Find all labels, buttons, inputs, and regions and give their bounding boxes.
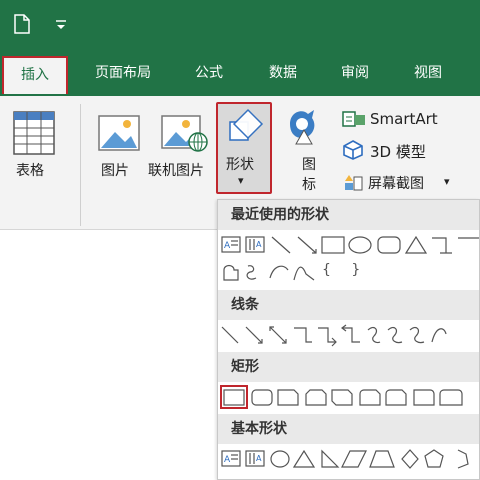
table-icon[interactable] — [12, 110, 56, 156]
tab-data[interactable]: 数据 — [260, 56, 306, 90]
rectangle-shape-selected[interactable] — [220, 385, 248, 409]
ribbon-tabs: 插入 页面布局 公式 数据 审阅 视图 — [0, 48, 480, 98]
excel-window: { "tabs": [ {"label": "插入", "active": tr… — [0, 0, 480, 480]
rectangles-row-icons[interactable] — [218, 384, 480, 410]
screenshot-label[interactable]: 屏幕截图 — [368, 173, 424, 193]
new-document-icon[interactable] — [14, 14, 30, 34]
shapes-icon — [229, 108, 264, 141]
3d-model-label[interactable]: 3D 模型 — [370, 141, 426, 162]
section-recent-shapes: 最近使用的形状 — [218, 200, 479, 230]
svg-text:A: A — [256, 240, 262, 249]
3d-model-icon[interactable] — [342, 140, 364, 160]
title-bar — [0, 0, 480, 48]
shapes-gallery: 最近使用的形状 A A {} 线条 矩形 基本形状 A A — [217, 199, 480, 480]
basic-shapes-row: A A — [218, 446, 480, 472]
svg-text:A: A — [256, 454, 262, 463]
shapes-dropdown-arrow: ▾ — [238, 174, 244, 187]
section-lines: 线条 — [218, 290, 479, 320]
section-rectangles: 矩形 — [218, 352, 479, 382]
table-label[interactable]: 表格 — [16, 160, 44, 180]
group-separator — [80, 104, 81, 226]
recent-shapes-row1-icons[interactable]: A A — [218, 232, 480, 258]
icons-icon[interactable] — [284, 104, 324, 148]
icons-label-line1[interactable]: 图 — [302, 154, 316, 174]
online-picture-label[interactable]: 联机图片 — [148, 160, 204, 180]
rectangles-row — [218, 384, 480, 410]
customize-quick-access-icon[interactable] — [54, 18, 68, 32]
lines-row — [218, 322, 480, 348]
recent-shapes-row: A A — [218, 232, 480, 258]
svg-text:A: A — [224, 455, 231, 465]
lines-row-icons[interactable] — [218, 322, 480, 348]
picture-icon[interactable] — [97, 110, 141, 154]
recent-braces[interactable]: { } — [322, 262, 368, 278]
smartart-label[interactable]: SmartArt — [370, 110, 438, 128]
tab-page-layout[interactable]: 页面布局 — [84, 56, 162, 90]
basic-shapes-row-icons[interactable]: A A — [218, 446, 480, 472]
shapes-label: 形状 — [226, 157, 254, 173]
picture-label[interactable]: 图片 — [101, 160, 129, 180]
tab-insert[interactable]: 插入 — [2, 56, 68, 94]
section-basic-shapes: 基本形状 — [218, 414, 479, 444]
tab-review[interactable]: 审阅 — [332, 56, 378, 90]
online-picture-icon[interactable] — [160, 110, 208, 154]
svg-text:A: A — [224, 241, 231, 251]
tab-formulas[interactable]: 公式 — [186, 56, 232, 90]
screenshot-icon[interactable] — [344, 173, 364, 191]
smartart-icon[interactable] — [342, 109, 366, 129]
icons-label-line2[interactable]: 标 — [302, 174, 316, 194]
tab-view[interactable]: 视图 — [405, 56, 451, 90]
recent-shapes-row: { } — [218, 260, 479, 286]
screenshot-dropdown-arrow[interactable]: ▾ — [444, 175, 450, 188]
